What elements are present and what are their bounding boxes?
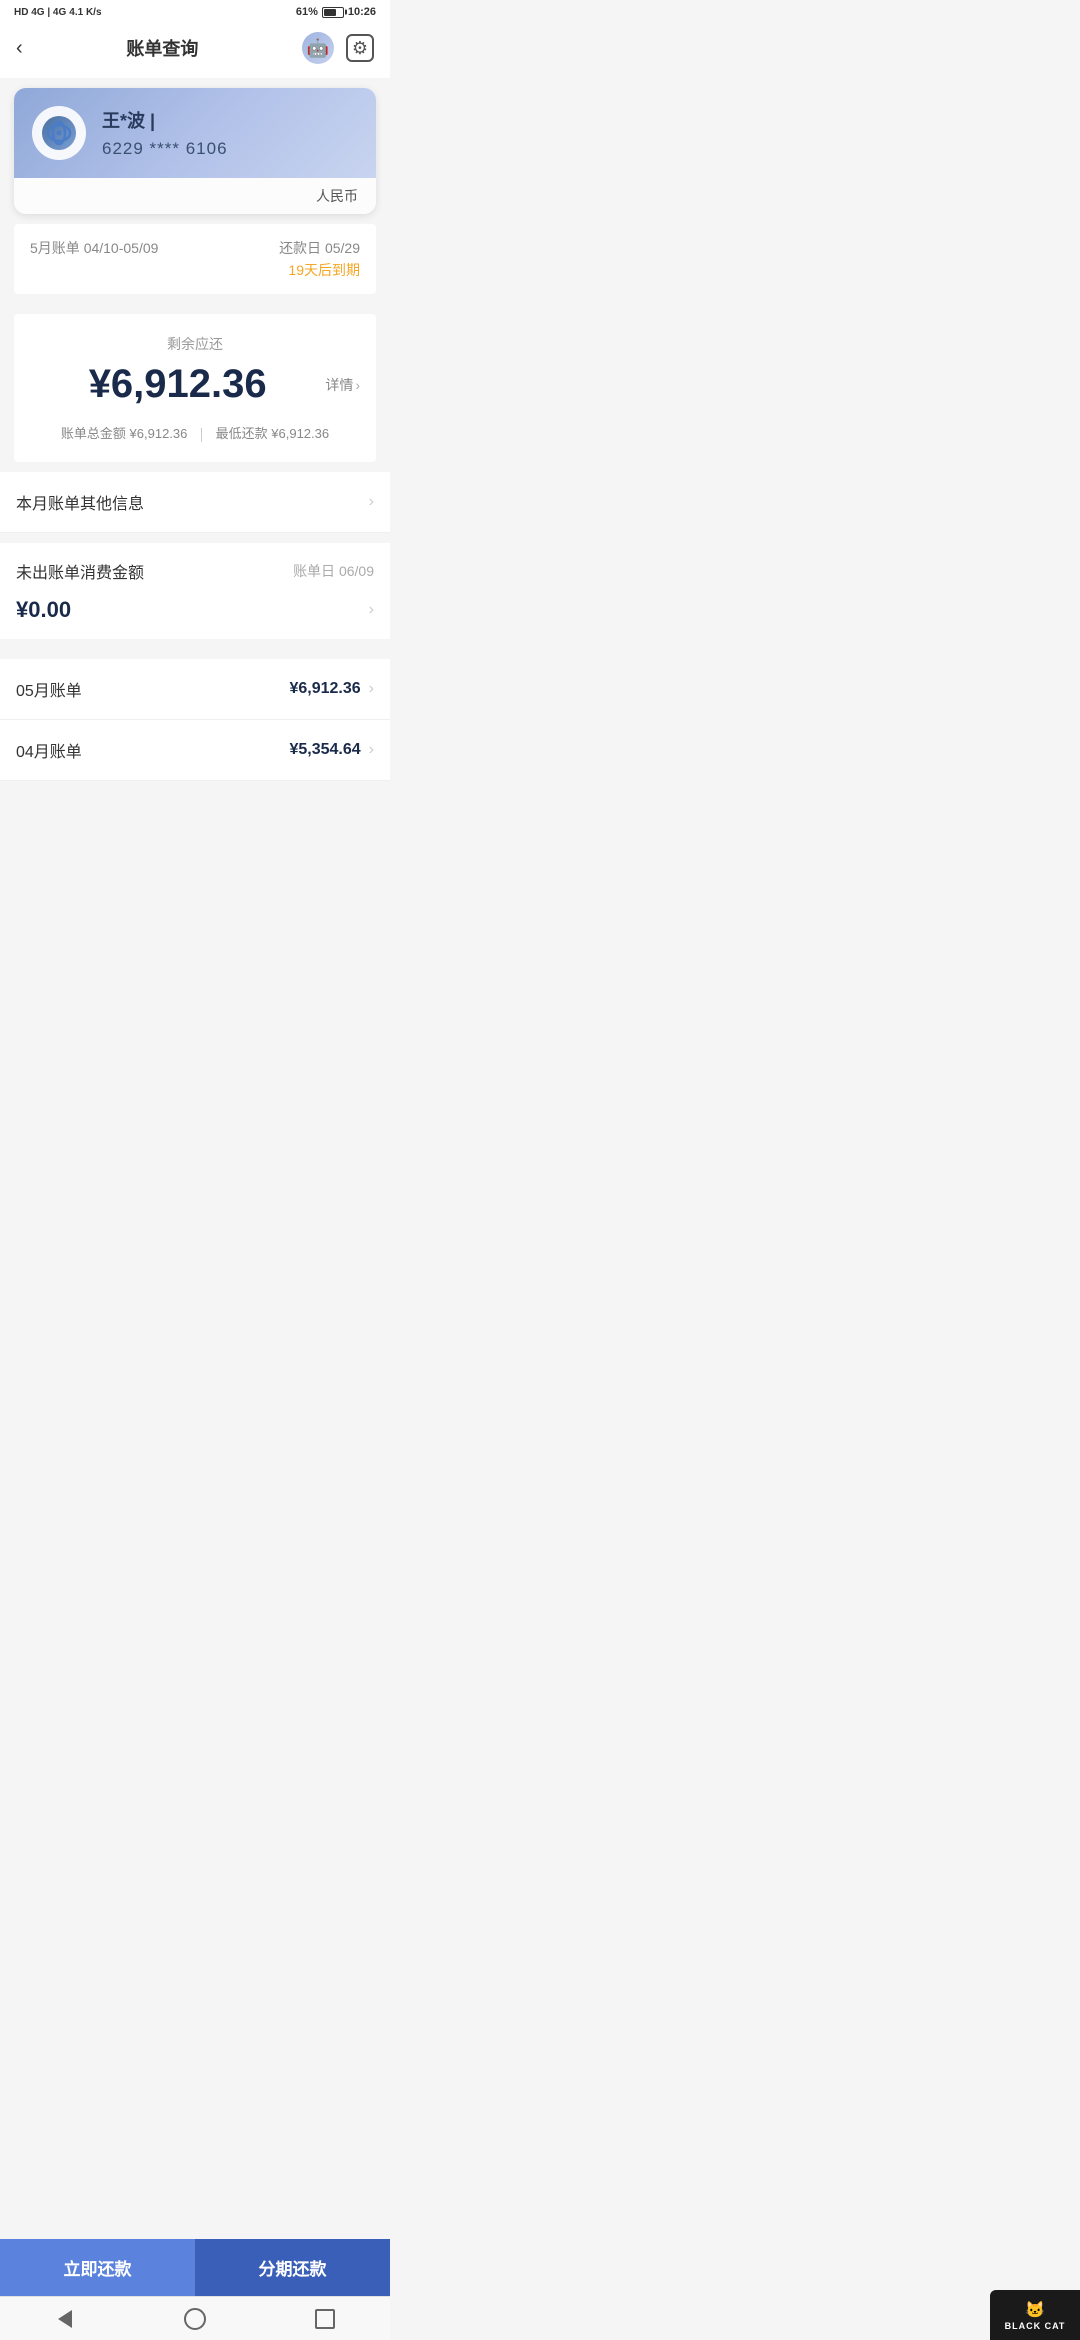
section-gap-3 — [0, 533, 390, 543]
card-number: 6229 **** 6106 — [102, 139, 358, 159]
settings-icon[interactable] — [346, 34, 374, 62]
spacer-bottom — [0, 781, 390, 881]
home-circle-icon — [184, 2308, 206, 2330]
min-pay-label: 最低还款 — [216, 426, 268, 441]
total-amount: ¥6,912.36 — [130, 426, 188, 441]
amount-sub: 账单总金额 ¥6,912.36 最低还款 ¥6,912.36 — [30, 423, 360, 442]
status-bar: HD 4G | 4G 4.1 K/s 61% 10:26 — [0, 0, 390, 22]
bill-apr-amount: ¥5,354.64 — [289, 741, 360, 759]
network-label: HD 4G | 4G — [14, 7, 66, 18]
uncleared-title: 未出账单消费金额 — [16, 559, 144, 583]
bill-month-label: 5月账单 04/10-05/09 — [30, 240, 158, 256]
bill-item-apr[interactable]: 04月账单 ¥5,354.64 › — [0, 720, 390, 781]
uncleared-header: 未出账单消费金额 账单日 06/09 — [16, 559, 374, 583]
page-title: 账单查询 — [126, 35, 198, 61]
battery-icon — [322, 7, 344, 18]
section-gap-1 — [0, 304, 390, 314]
amount-section: 剩余应还 ¥6,912.36 详情 › 账单总金额 ¥6,912.36 最低还款… — [14, 314, 376, 462]
card-header: 王*波 | 6229 **** 6106 — [14, 88, 376, 178]
remaining-amount: ¥6,912.36 — [30, 362, 325, 407]
card-info: 王*波 | 6229 **** 6106 — [102, 107, 358, 159]
uncleared-amount-row[interactable]: ¥0.00 › — [16, 589, 374, 639]
bank-logo-inner — [42, 116, 76, 150]
immediate-pay-button[interactable]: 立即还款 — [0, 2239, 195, 2296]
uncleared-arrow-icon: › — [369, 601, 374, 619]
bill-item-may[interactable]: 05月账单 ¥6,912.36 › — [0, 659, 390, 720]
battery-time: 61% 10:26 — [296, 6, 376, 18]
speed-label: 4.1 K/s — [69, 7, 101, 18]
monthly-info-title: 本月账单其他信息 — [16, 490, 144, 514]
amount-row: ¥6,912.36 详情 › — [30, 362, 360, 407]
uncleared-section: 未出账单消费金额 账单日 06/09 ¥0.00 › — [0, 543, 390, 639]
bill-may-label: 05月账单 — [16, 677, 82, 701]
monthly-info-right: › — [369, 493, 374, 511]
detail-link[interactable]: 详情 › — [325, 375, 360, 395]
back-triangle-icon — [58, 2310, 72, 2328]
monthly-info-item[interactable]: 本月账单其他信息 › — [0, 472, 390, 533]
black-cat-text: BLACK CAT — [1005, 2321, 1066, 2331]
period-left: 5月账单 04/10-05/09 — [30, 238, 158, 258]
bill-may-arrow: › — [369, 680, 374, 698]
bottom-nav: 🐱 BLACK CAT — [0, 2296, 390, 2340]
uncleared-date: 账单日 06/09 — [293, 561, 374, 581]
monthly-bill-list: 05月账单 ¥6,912.36 › 04月账单 ¥5,354.64 › — [0, 659, 390, 781]
bank-spiral-icon — [44, 118, 74, 148]
uncleared-amount: ¥0.00 — [16, 597, 71, 623]
detail-label: 详情 — [325, 375, 353, 395]
card-holder-name: 王*波 | — [102, 107, 358, 133]
nav-bar: ‹ 账单查询 🤖 — [0, 22, 390, 78]
recent-nav-button[interactable] — [295, 2304, 355, 2334]
card-section: 王*波 | 6229 **** 6106 人民币 — [14, 88, 376, 214]
back-button[interactable]: ‹ — [16, 37, 23, 60]
home-nav-button[interactable] — [165, 2304, 225, 2334]
back-nav-button[interactable] — [35, 2304, 95, 2334]
period-right: 还款日 05/29 19天后到期 — [279, 238, 360, 280]
recent-square-icon — [315, 2309, 335, 2329]
days-remaining: 19天后到期 — [279, 260, 360, 280]
installment-pay-button[interactable]: 分期还款 — [195, 2239, 390, 2296]
section-gap-4 — [0, 639, 390, 649]
bill-apr-label: 04月账单 — [16, 738, 82, 762]
battery-percent: 61% — [296, 6, 318, 18]
min-pay-amount: ¥6,912.36 — [271, 426, 329, 441]
repay-date: 还款日 05/29 — [279, 238, 360, 258]
nav-icons: 🤖 — [302, 32, 374, 64]
monthly-info-arrow: › — [369, 493, 374, 511]
signal-info: HD 4G | 4G 4.1 K/s — [14, 7, 102, 18]
bill-apr-arrow: › — [369, 741, 374, 759]
cat-icon: 🐱 — [1025, 2300, 1045, 2320]
remaining-label: 剩余应还 — [30, 334, 360, 354]
detail-arrow-icon: › — [355, 377, 360, 393]
total-label: 账单总金额 — [61, 426, 126, 441]
section-gap-2 — [0, 462, 390, 472]
avatar-icon[interactable]: 🤖 — [302, 32, 334, 64]
black-cat-watermark: 🐱 BLACK CAT — [990, 2290, 1080, 2340]
bill-may-amount: ¥6,912.36 — [289, 680, 360, 698]
bottom-buttons: 立即还款 分期还款 — [0, 2239, 390, 2296]
vertical-divider — [201, 428, 202, 442]
card-currency: 人民币 — [14, 178, 376, 214]
bill-period: 5月账单 04/10-05/09 还款日 05/29 19天后到期 — [14, 224, 376, 294]
bill-apr-right: ¥5,354.64 › — [289, 741, 374, 759]
card-logo — [32, 106, 86, 160]
bill-may-right: ¥6,912.36 › — [289, 680, 374, 698]
time-label: 10:26 — [348, 6, 376, 18]
